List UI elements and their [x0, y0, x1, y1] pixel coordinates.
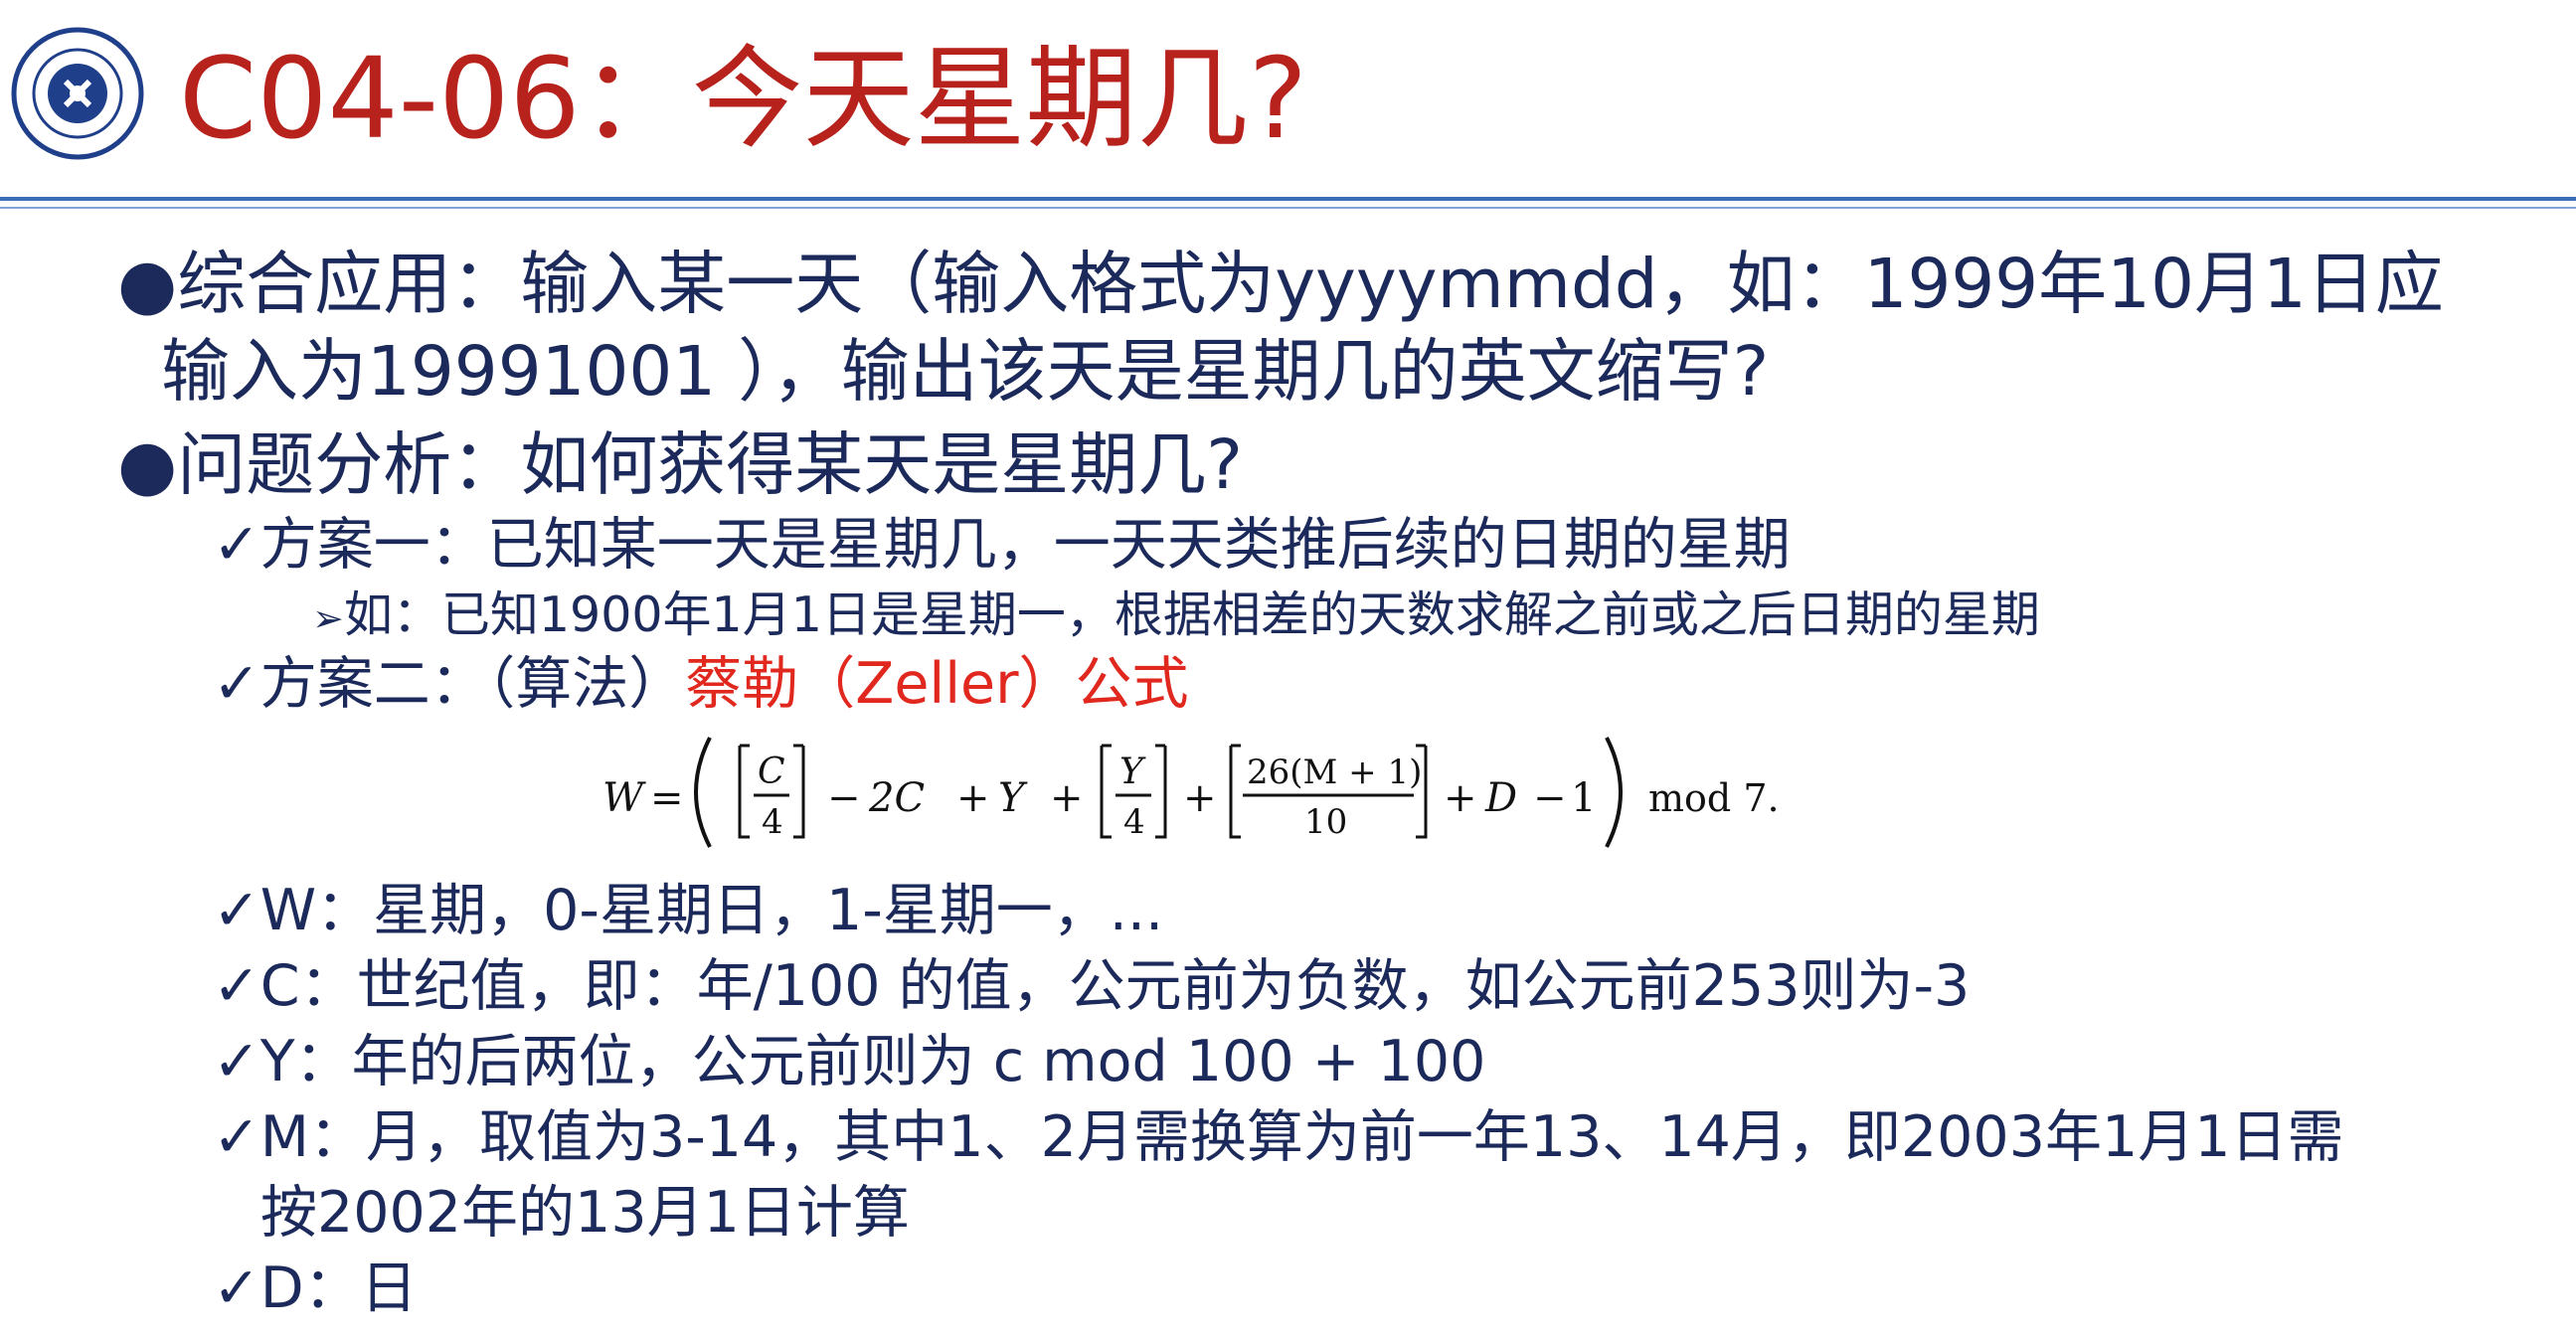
formula-y: Y [998, 775, 1028, 821]
formula-numerator: 26(M + 1) [1247, 753, 1422, 792]
task-line-1: 综合应用：输入某一天（输入格式为yyyymmdd，如：1999年10月1日应 [177, 245, 2444, 324]
def-m-continued: 按2002年的13月1日计算 [260, 1180, 910, 1246]
bullet-dot-icon: ● [117, 245, 178, 324]
svg-text:−: − [1533, 775, 1567, 821]
plan-one-example: ➢如：已知1900年1月1日是星期一，根据相差的天数求解之前或之后日期的星期 [312, 585, 2040, 649]
check-icon: ✓ [213, 953, 260, 1019]
formula-2c: 2C [868, 775, 925, 821]
header-divider-thin [0, 207, 2576, 209]
formula-mod: mod 7. [1648, 776, 1780, 820]
def-d: ✓D：日 [213, 1251, 418, 1326]
plan-one-text: 方案一：已知某一天是星期几，一天天类推后续的日期的星期 [259, 512, 1791, 578]
def-c: ✓C：世纪值，即：年/100 的值，公元前为负数，如公元前253则为-3 [213, 948, 1970, 1024]
formula-four-2: 4 [1123, 802, 1145, 842]
bullet-item-task: ●综合应用：输入某一天（输入格式为yyyymmdd，如：1999年10月1日应 [117, 241, 2444, 328]
bullet-item-analysis: ●问题分析：如何获得某天是星期几? [117, 421, 1243, 509]
def-y: ✓Y：年的后两位，公元前则为 c mod 100 + 100 [213, 1024, 1485, 1099]
formula-four-1: 4 [762, 802, 783, 842]
formula-y2: Y [1119, 752, 1146, 792]
svg-text:+: + [1183, 775, 1217, 821]
zeller-formula-name: 蔡勒（Zeller）公式 [685, 651, 1189, 717]
check-icon: ✓ [213, 878, 260, 943]
svg-text:+: + [1444, 775, 1477, 821]
logo-emblem-icon [11, 27, 144, 160]
plan-two-prefix: 方案二：（算法） [259, 651, 686, 717]
formula-c: C [758, 752, 785, 792]
task-line-2: 输入为19991001 ），输出该天是星期几的英文缩写? [161, 332, 1770, 412]
plan-one-example-text: 如：已知1900年1月1日是星期一，根据相差的天数求解之前或之后日期的星期 [343, 586, 2040, 643]
check-icon: ✓ [213, 651, 260, 717]
svg-text:=: = [650, 775, 684, 821]
check-icon: ✓ [213, 1104, 260, 1170]
slide-title: C04-06：今天星期几? [179, 35, 1308, 164]
plan-two-item: ✓方案二：（算法）蔡勒（Zeller）公式 [213, 646, 1189, 722]
check-icon: ✓ [213, 1029, 260, 1094]
def-w: ✓W：星期，0-星期日，1-星期一，... [213, 873, 1163, 948]
formula-w: W [602, 775, 646, 821]
def-m: ✓M：月，取值为3-14，其中1、2月需换算为前一年13、14月，即2003年1… [213, 1099, 2344, 1175]
zeller-formula: W = C 4 − 2C + Y + Y 4 + 26(M + 1) 10 + … [583, 722, 1847, 863]
bullet-dot-icon: ● [117, 425, 178, 505]
plan-one-item: ✓方案一：已知某一天是星期几，一天天类推后续的日期的星期 [213, 507, 1791, 583]
header-divider [0, 197, 2576, 201]
analysis-text: 问题分析：如何获得某天是星期几? [177, 425, 1243, 505]
formula-ten: 10 [1304, 802, 1347, 842]
svg-text:+: + [956, 775, 990, 821]
formula-d: D [1484, 775, 1517, 821]
check-icon: ✓ [213, 512, 260, 578]
arrow-bullet-icon: ➢ [312, 595, 344, 640]
check-icon: ✓ [213, 1255, 260, 1321]
university-logo [8, 24, 147, 163]
svg-text:−: − [827, 775, 861, 821]
formula-one: 1 [1571, 775, 1596, 821]
svg-text:+: + [1050, 775, 1084, 821]
